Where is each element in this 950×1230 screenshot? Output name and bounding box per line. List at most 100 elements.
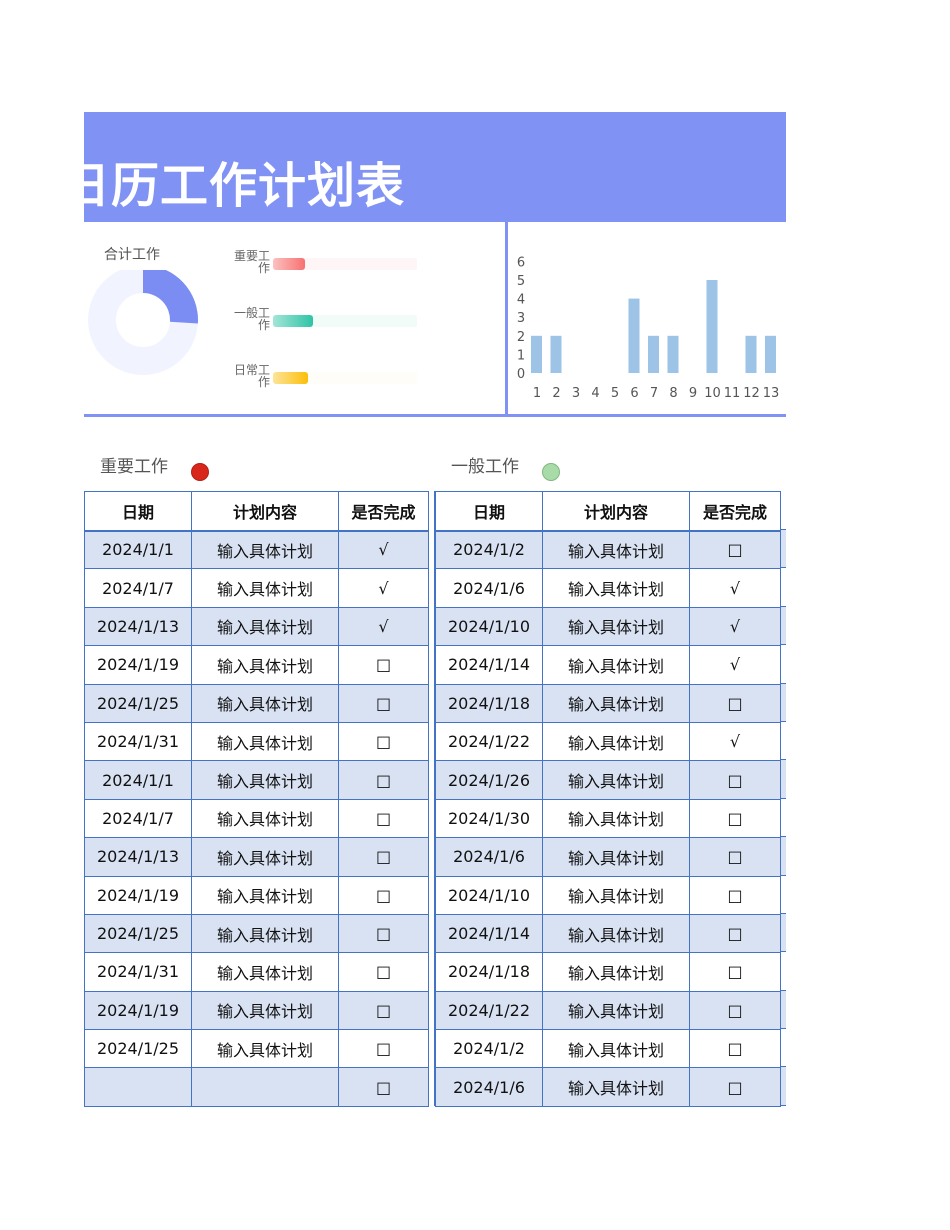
plan-cell[interactable]: 输入具体计划 xyxy=(542,990,690,1031)
progress-fill xyxy=(273,258,305,270)
plan-cell[interactable]: 输入具体计划 xyxy=(542,1067,690,1107)
y-tick-label: 1 xyxy=(517,348,525,363)
date-cell: 2024/1/25 xyxy=(84,913,192,954)
done-checkbox[interactable]: □ xyxy=(689,798,781,839)
plan-cell[interactable]: 输入具体计划 xyxy=(542,1029,690,1069)
plan-cell[interactable]: 输入具体计划 xyxy=(191,837,339,877)
table-row: 2024/1/2 输入具体计划 □ xyxy=(435,529,781,570)
done-checkbox[interactable]: □ xyxy=(689,1067,781,1107)
done-checkbox[interactable]: □ xyxy=(338,760,429,800)
done-checkbox[interactable]: □ xyxy=(689,837,781,877)
plan-cell[interactable]: 输入具体计划 xyxy=(191,990,339,1031)
done-checkbox[interactable]: √ xyxy=(689,606,781,647)
done-checkbox[interactable]: □ xyxy=(338,913,429,954)
table-row: 2024/1/25 输入具体计划 □ xyxy=(84,683,429,723)
bar xyxy=(667,335,679,373)
table-row: 2024/1/22 输入具体计划 √ xyxy=(435,721,781,762)
date-cell: 2024/1/10 xyxy=(435,606,543,647)
plan-cell[interactable]: 输入具体计划 xyxy=(542,606,690,647)
plan-cell[interactable]: 输入具体计划 xyxy=(191,529,339,570)
plan-cell[interactable]: 输入具体计划 xyxy=(191,606,339,647)
plan-cell[interactable]: 输入具体计划 xyxy=(191,913,339,954)
title-banner: 日历工作计划表 xyxy=(84,112,786,222)
date-cell: 2024/1/18 xyxy=(435,952,543,992)
date-cell: 2024/1/6 xyxy=(435,568,543,608)
header-row: 日期 计划内容 是否完成 xyxy=(435,491,781,532)
plan-cell[interactable]: 输入具体计划 xyxy=(191,568,339,608)
page-title: 日历工作计划表 xyxy=(84,158,406,214)
done-checkbox[interactable]: □ xyxy=(689,1029,781,1069)
done-checkbox[interactable]: □ xyxy=(338,1029,429,1069)
done-checkbox[interactable]: □ xyxy=(338,721,429,762)
y-tick-label: 2 xyxy=(517,330,525,345)
done-checkbox[interactable]: √ xyxy=(338,606,429,647)
table-row: 2024/1/13 输入具体计划 □ xyxy=(84,837,429,877)
date-cell: 2024/1/13 xyxy=(84,606,192,647)
plan-cell[interactable]: 输入具体计划 xyxy=(542,683,690,723)
plan-cell[interactable]: 输入具体计划 xyxy=(191,645,339,685)
dashboard: 合计工作 重要工作 一般工作 日常工作 0 1 2 3 4 5 6 1 2 3 4 5 6 7 8 9 10 11 12… xyxy=(84,222,786,417)
done-checkbox[interactable]: □ xyxy=(338,875,429,915)
done-checkbox[interactable]: √ xyxy=(338,568,429,608)
plan-cell[interactable]: 输入具体计划 xyxy=(191,760,339,800)
done-checkbox[interactable]: □ xyxy=(689,760,781,800)
done-checkbox[interactable]: □ xyxy=(689,875,781,915)
done-checkbox[interactable]: √ xyxy=(689,568,781,608)
bar xyxy=(531,335,542,373)
progress-fill xyxy=(273,372,308,384)
column-header: 日期 xyxy=(84,491,192,532)
table-row: 2024/1/25 输入具体计划 □ xyxy=(84,913,429,954)
done-checkbox[interactable]: □ xyxy=(689,952,781,992)
done-checkbox[interactable]: □ xyxy=(338,990,429,1031)
done-checkbox[interactable]: □ xyxy=(338,683,429,723)
plan-cell[interactable] xyxy=(191,1067,339,1107)
plan-cell[interactable]: 输入具体计划 xyxy=(191,952,339,992)
plan-cell[interactable]: 输入具体计划 xyxy=(542,875,690,915)
date-cell xyxy=(84,1067,192,1107)
plan-cell[interactable]: 输入具体计划 xyxy=(191,683,339,723)
x-tick-label: 13 xyxy=(763,386,780,400)
plan-cell[interactable]: 输入具体计划 xyxy=(542,952,690,992)
plan-cell[interactable]: 输入具体计划 xyxy=(191,1029,339,1069)
done-checkbox[interactable]: □ xyxy=(689,990,781,1031)
plan-cell[interactable]: 输入具体计划 xyxy=(542,721,690,762)
y-tick-label: 0 xyxy=(517,367,525,382)
plan-cell[interactable]: 输入具体计划 xyxy=(542,568,690,608)
table-row: 2024/1/19 输入具体计划 □ xyxy=(84,990,429,1031)
plan-cell[interactable]: 输入具体计划 xyxy=(542,837,690,877)
plan-cell[interactable]: 输入具体计划 xyxy=(542,798,690,839)
done-checkbox[interactable]: □ xyxy=(338,1067,429,1107)
done-checkbox[interactable]: □ xyxy=(338,645,429,685)
done-checkbox[interactable]: □ xyxy=(689,529,781,570)
done-checkbox[interactable]: √ xyxy=(689,721,781,762)
plan-cell[interactable]: 输入具体计划 xyxy=(542,760,690,800)
x-tick-label: 1 xyxy=(533,386,541,400)
bar xyxy=(765,335,776,373)
bar xyxy=(550,335,562,373)
progress-track xyxy=(273,315,417,327)
done-checkbox[interactable]: □ xyxy=(338,952,429,992)
done-checkbox[interactable]: √ xyxy=(689,645,781,685)
plan-cell[interactable]: 输入具体计划 xyxy=(542,529,690,570)
table-row: 2024/1/6 输入具体计划 □ xyxy=(435,1067,781,1107)
plan-cell[interactable]: 输入具体计划 xyxy=(191,875,339,915)
done-checkbox[interactable]: □ xyxy=(338,798,429,839)
plan-cell[interactable]: 输入具体计划 xyxy=(191,798,339,839)
plan-cell[interactable]: 输入具体计划 xyxy=(542,645,690,685)
plan-cell[interactable]: 输入具体计划 xyxy=(542,913,690,954)
done-checkbox[interactable]: □ xyxy=(689,913,781,954)
plan-cell[interactable]: 输入具体计划 xyxy=(191,721,339,762)
done-checkbox[interactable]: □ xyxy=(689,683,781,723)
table-row: 2024/1/1 输入具体计划 √ xyxy=(84,529,429,570)
done-checkbox[interactable]: □ xyxy=(338,837,429,877)
x-tick-label: 2 xyxy=(552,386,560,400)
date-cell: 2024/1/19 xyxy=(84,875,192,915)
table-row: 2024/1/18 输入具体计划 □ xyxy=(435,683,781,723)
table-row: 2024/1/22 输入具体计划 □ xyxy=(435,990,781,1031)
bar xyxy=(648,335,659,373)
divider xyxy=(505,222,508,414)
date-cell: 2024/1/19 xyxy=(84,990,192,1031)
done-checkbox[interactable]: √ xyxy=(338,529,429,570)
date-cell: 2024/1/14 xyxy=(435,645,543,685)
section-label-general: 一般工作 xyxy=(451,457,519,477)
